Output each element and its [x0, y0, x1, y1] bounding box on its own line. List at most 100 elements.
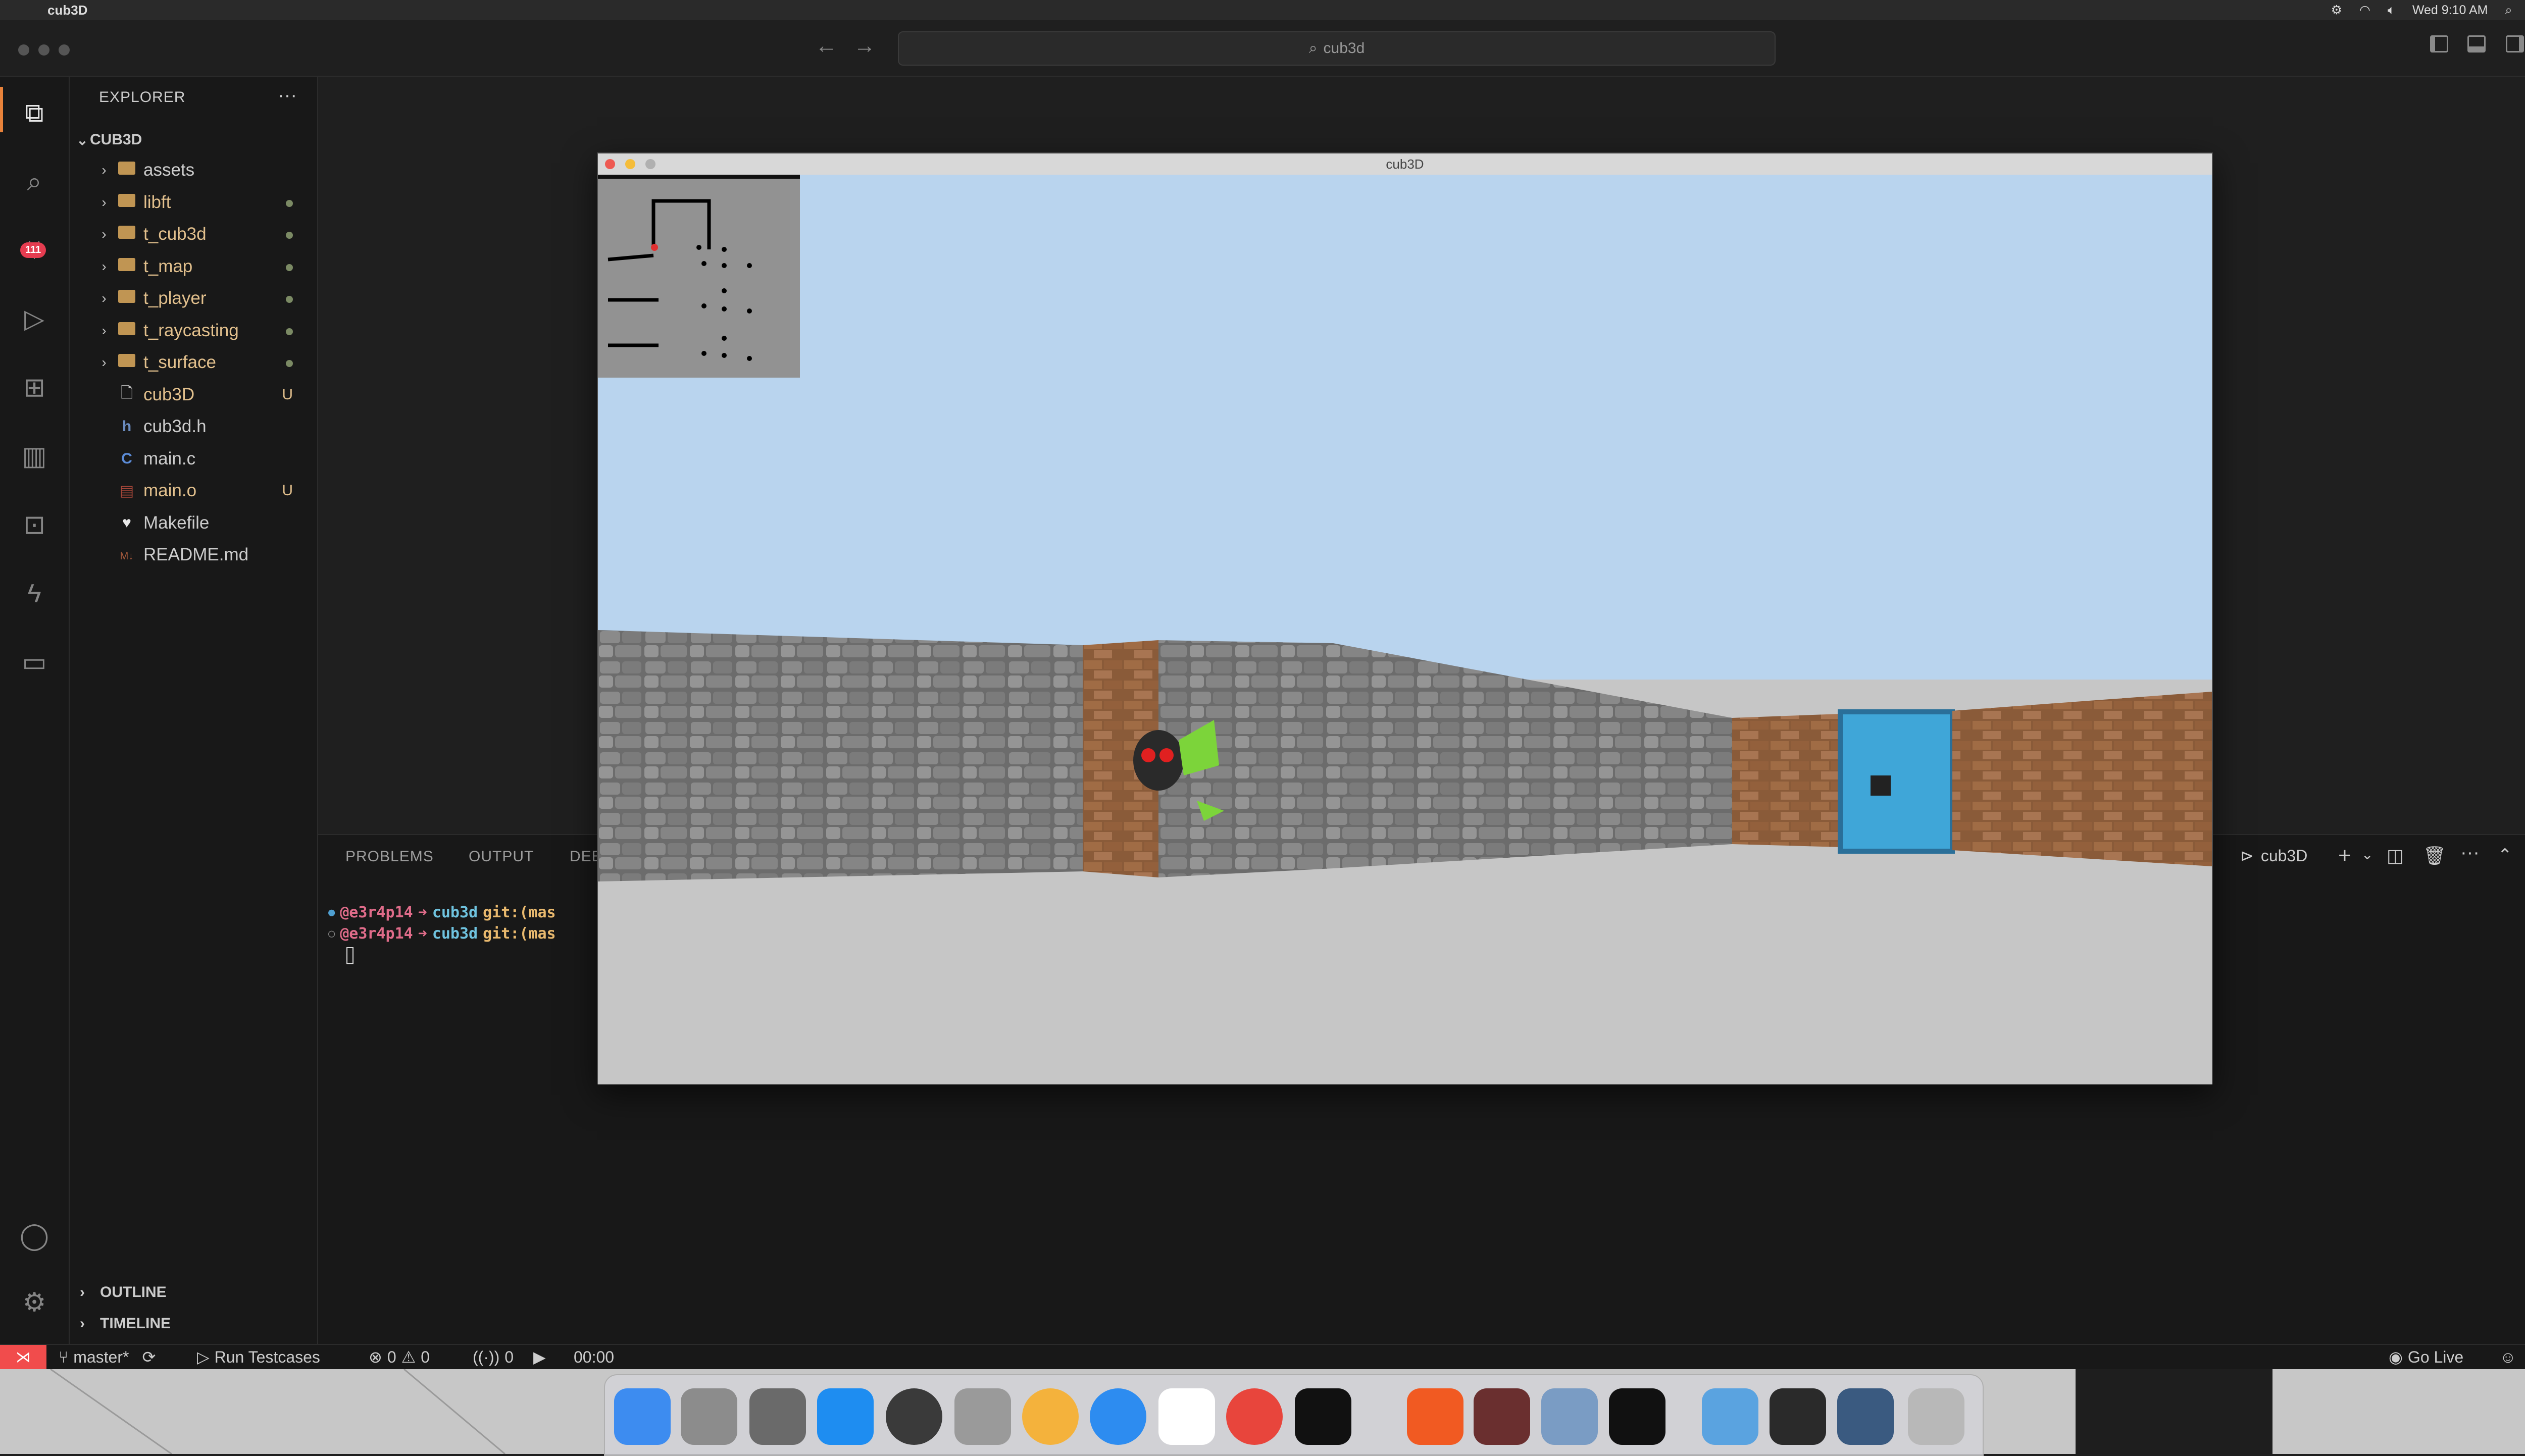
toggle-primary-sidebar-icon[interactable]: [2430, 35, 2448, 53]
explorer-file-row[interactable]: ▤ main.o U: [70, 476, 317, 505]
docker-icon[interactable]: [886, 1388, 942, 1445]
explorer-folder-row[interactable]: › t_surface: [70, 348, 317, 377]
remote-explorer-icon[interactable]: ⊡: [15, 506, 54, 544]
explorer-folder-row[interactable]: › assets: [70, 155, 317, 185]
chat-icon[interactable]: ▭: [15, 643, 54, 682]
stone-wall-left: [598, 630, 1083, 881]
terminal-app-icon[interactable]: [1295, 1388, 1351, 1445]
extensions-icon[interactable]: ⊞: [15, 369, 54, 407]
explorer-item-label: t_player: [143, 288, 207, 308]
game-window-titlebar[interactable]: cub3D: [598, 153, 2212, 175]
header-file-icon: h: [122, 418, 132, 435]
split-terminal-icon[interactable]: ◫: [2387, 845, 2404, 866]
downloads-folder-icon[interactable]: [1702, 1388, 1758, 1445]
terminal-selector[interactable]: ⊳ cub3D: [2240, 846, 2307, 865]
photos-icon[interactable]: [1022, 1388, 1079, 1445]
explorer-icon[interactable]: ⧉: [15, 94, 54, 132]
explorer-file-row[interactable]: M↓ README.md: [70, 540, 317, 569]
explorer-root-folder[interactable]: ⌄ CUB3D: [70, 125, 317, 154]
vscode-icon[interactable]: [1158, 1388, 1215, 1445]
window-close-button[interactable]: [18, 44, 29, 56]
explorer-item-label: Makefile: [143, 512, 210, 533]
explorer-item-label: assets: [143, 160, 195, 180]
brick-wall-far-right: [1952, 692, 2212, 866]
terminal-dropdown-icon[interactable]: ⌄: [2361, 846, 2373, 863]
panel-more-icon[interactable]: ···: [2460, 842, 2480, 864]
chrome-icon[interactable]: [1226, 1388, 1283, 1445]
menubar-clock[interactable]: Wed 9:10 AM: [2412, 3, 2488, 18]
explorer-file-row[interactable]: h cub3d.h: [70, 412, 317, 441]
search-icon[interactable]: ⌕: [15, 163, 54, 201]
spotlight-icon[interactable]: ⌕: [2505, 3, 2512, 18]
problems-indicator[interactable]: ⊗ 0 ⚠ 0: [369, 1348, 430, 1367]
git-status-dot: [286, 354, 293, 371]
app-store-icon[interactable]: [817, 1388, 874, 1445]
git-status-dot: [286, 194, 293, 211]
manage-gear-icon[interactable]: ⚙: [15, 1283, 54, 1322]
maximize-panel-icon[interactable]: ⌃: [2498, 845, 2512, 865]
wifi-icon[interactable]: ◠: [2359, 3, 2370, 18]
explorer-folder-row[interactable]: › t_player: [70, 284, 317, 313]
explorer-file-row[interactable]: Cmain.c: [70, 444, 317, 474]
exec-terminal-icon[interactable]: [1609, 1388, 1665, 1445]
tab-output[interactable]: OUTPUT: [469, 848, 534, 865]
safari-icon[interactable]: [1090, 1388, 1146, 1445]
run-testcases-button[interactable]: ▷ Run Testcases: [197, 1348, 320, 1367]
toggle-secondary-sidebar-icon[interactable]: [2506, 35, 2524, 53]
copilot-icon[interactable]: ☺: [2500, 1348, 2516, 1366]
command-center-search[interactable]: ⌕ cub3d: [898, 31, 1776, 66]
menubar-app-name[interactable]: cub3D: [47, 3, 87, 18]
run-debug-icon[interactable]: ▷: [15, 300, 54, 338]
ports-indicator[interactable]: ((·)) 0: [473, 1348, 514, 1366]
explorer-file-row[interactable]: 🗋︎ cub3D U: [70, 380, 317, 409]
explorer-folder-row[interactable]: › libft: [70, 188, 317, 217]
preview-icon[interactable]: [954, 1388, 1011, 1445]
explorer-folder-row[interactable]: › t_map: [70, 252, 317, 281]
tab-problems[interactable]: PROBLEMS: [345, 848, 434, 865]
toggle-panel-icon[interactable]: [2467, 35, 2486, 53]
launchpad-icon[interactable]: [749, 1388, 806, 1445]
active-view-indicator: [0, 87, 3, 132]
chevron-right-icon: ›: [102, 162, 107, 178]
branch-indicator[interactable]: ⑂ master* ⟳: [59, 1347, 156, 1367]
minimized-window-icon[interactable]: [1837, 1388, 1894, 1445]
trash-icon[interactable]: [1908, 1388, 1964, 1445]
explorer-folder-row[interactable]: › t_cub3d: [70, 220, 317, 249]
nav-back-icon[interactable]: ←: [815, 33, 837, 59]
new-terminal-icon[interactable]: +: [2338, 843, 2351, 868]
terminal-cursor[interactable]: [346, 947, 354, 964]
volume-icon[interactable]: 🔈︎: [2388, 3, 2395, 18]
image-capture-icon[interactable]: [1541, 1388, 1598, 1445]
thunder-client-icon[interactable]: ϟ: [15, 575, 54, 613]
kill-terminal-icon[interactable]: 🗑︎: [2423, 845, 2446, 866]
nav-forward-icon[interactable]: →: [853, 33, 876, 59]
game-close-button[interactable]: [605, 159, 615, 169]
game-minimize-button[interactable]: [625, 159, 635, 169]
window-zoom-button[interactable]: [59, 44, 70, 56]
photo-booth-icon[interactable]: [1474, 1388, 1530, 1445]
cub3d-game-window[interactable]: cub3D: [597, 152, 2213, 1084]
finder-icon[interactable]: [614, 1388, 671, 1445]
control-center-icon[interactable]: ⚙: [2331, 3, 2342, 18]
outline-section[interactable]: › OUTLINE: [70, 1277, 317, 1308]
remote-indicator-icon[interactable]: ⋊: [0, 1345, 46, 1369]
sync-icon[interactable]: ⟳: [142, 1347, 156, 1367]
accounts-icon[interactable]: ◯: [15, 1217, 54, 1255]
brave-icon[interactable]: [1407, 1388, 1463, 1445]
explorer-item-label: main.o: [143, 481, 197, 500]
minimized-window-icon[interactable]: [1770, 1388, 1826, 1445]
timer-value[interactable]: 00:00: [574, 1348, 614, 1366]
chevron-down-icon: ⌄: [76, 132, 88, 148]
timer-play-icon[interactable]: ▶: [533, 1348, 546, 1366]
folder-icon: [114, 290, 139, 307]
explorer-folder-row[interactable]: › t_raycasting: [70, 316, 317, 345]
game-zoom-button[interactable]: [645, 159, 655, 169]
system-settings-icon[interactable]: [681, 1388, 737, 1445]
explorer-more-actions-icon[interactable]: ···: [278, 85, 297, 107]
folder-icon: [114, 193, 139, 211]
window-minimize-button[interactable]: [38, 44, 49, 56]
explorer-file-row[interactable]: ♥ Makefile: [70, 508, 317, 538]
timeline-section[interactable]: › TIMELINE: [70, 1309, 317, 1339]
go-live-button[interactable]: ◉ Go Live: [2389, 1348, 2463, 1367]
stats-icon[interactable]: ▥: [15, 437, 54, 476]
